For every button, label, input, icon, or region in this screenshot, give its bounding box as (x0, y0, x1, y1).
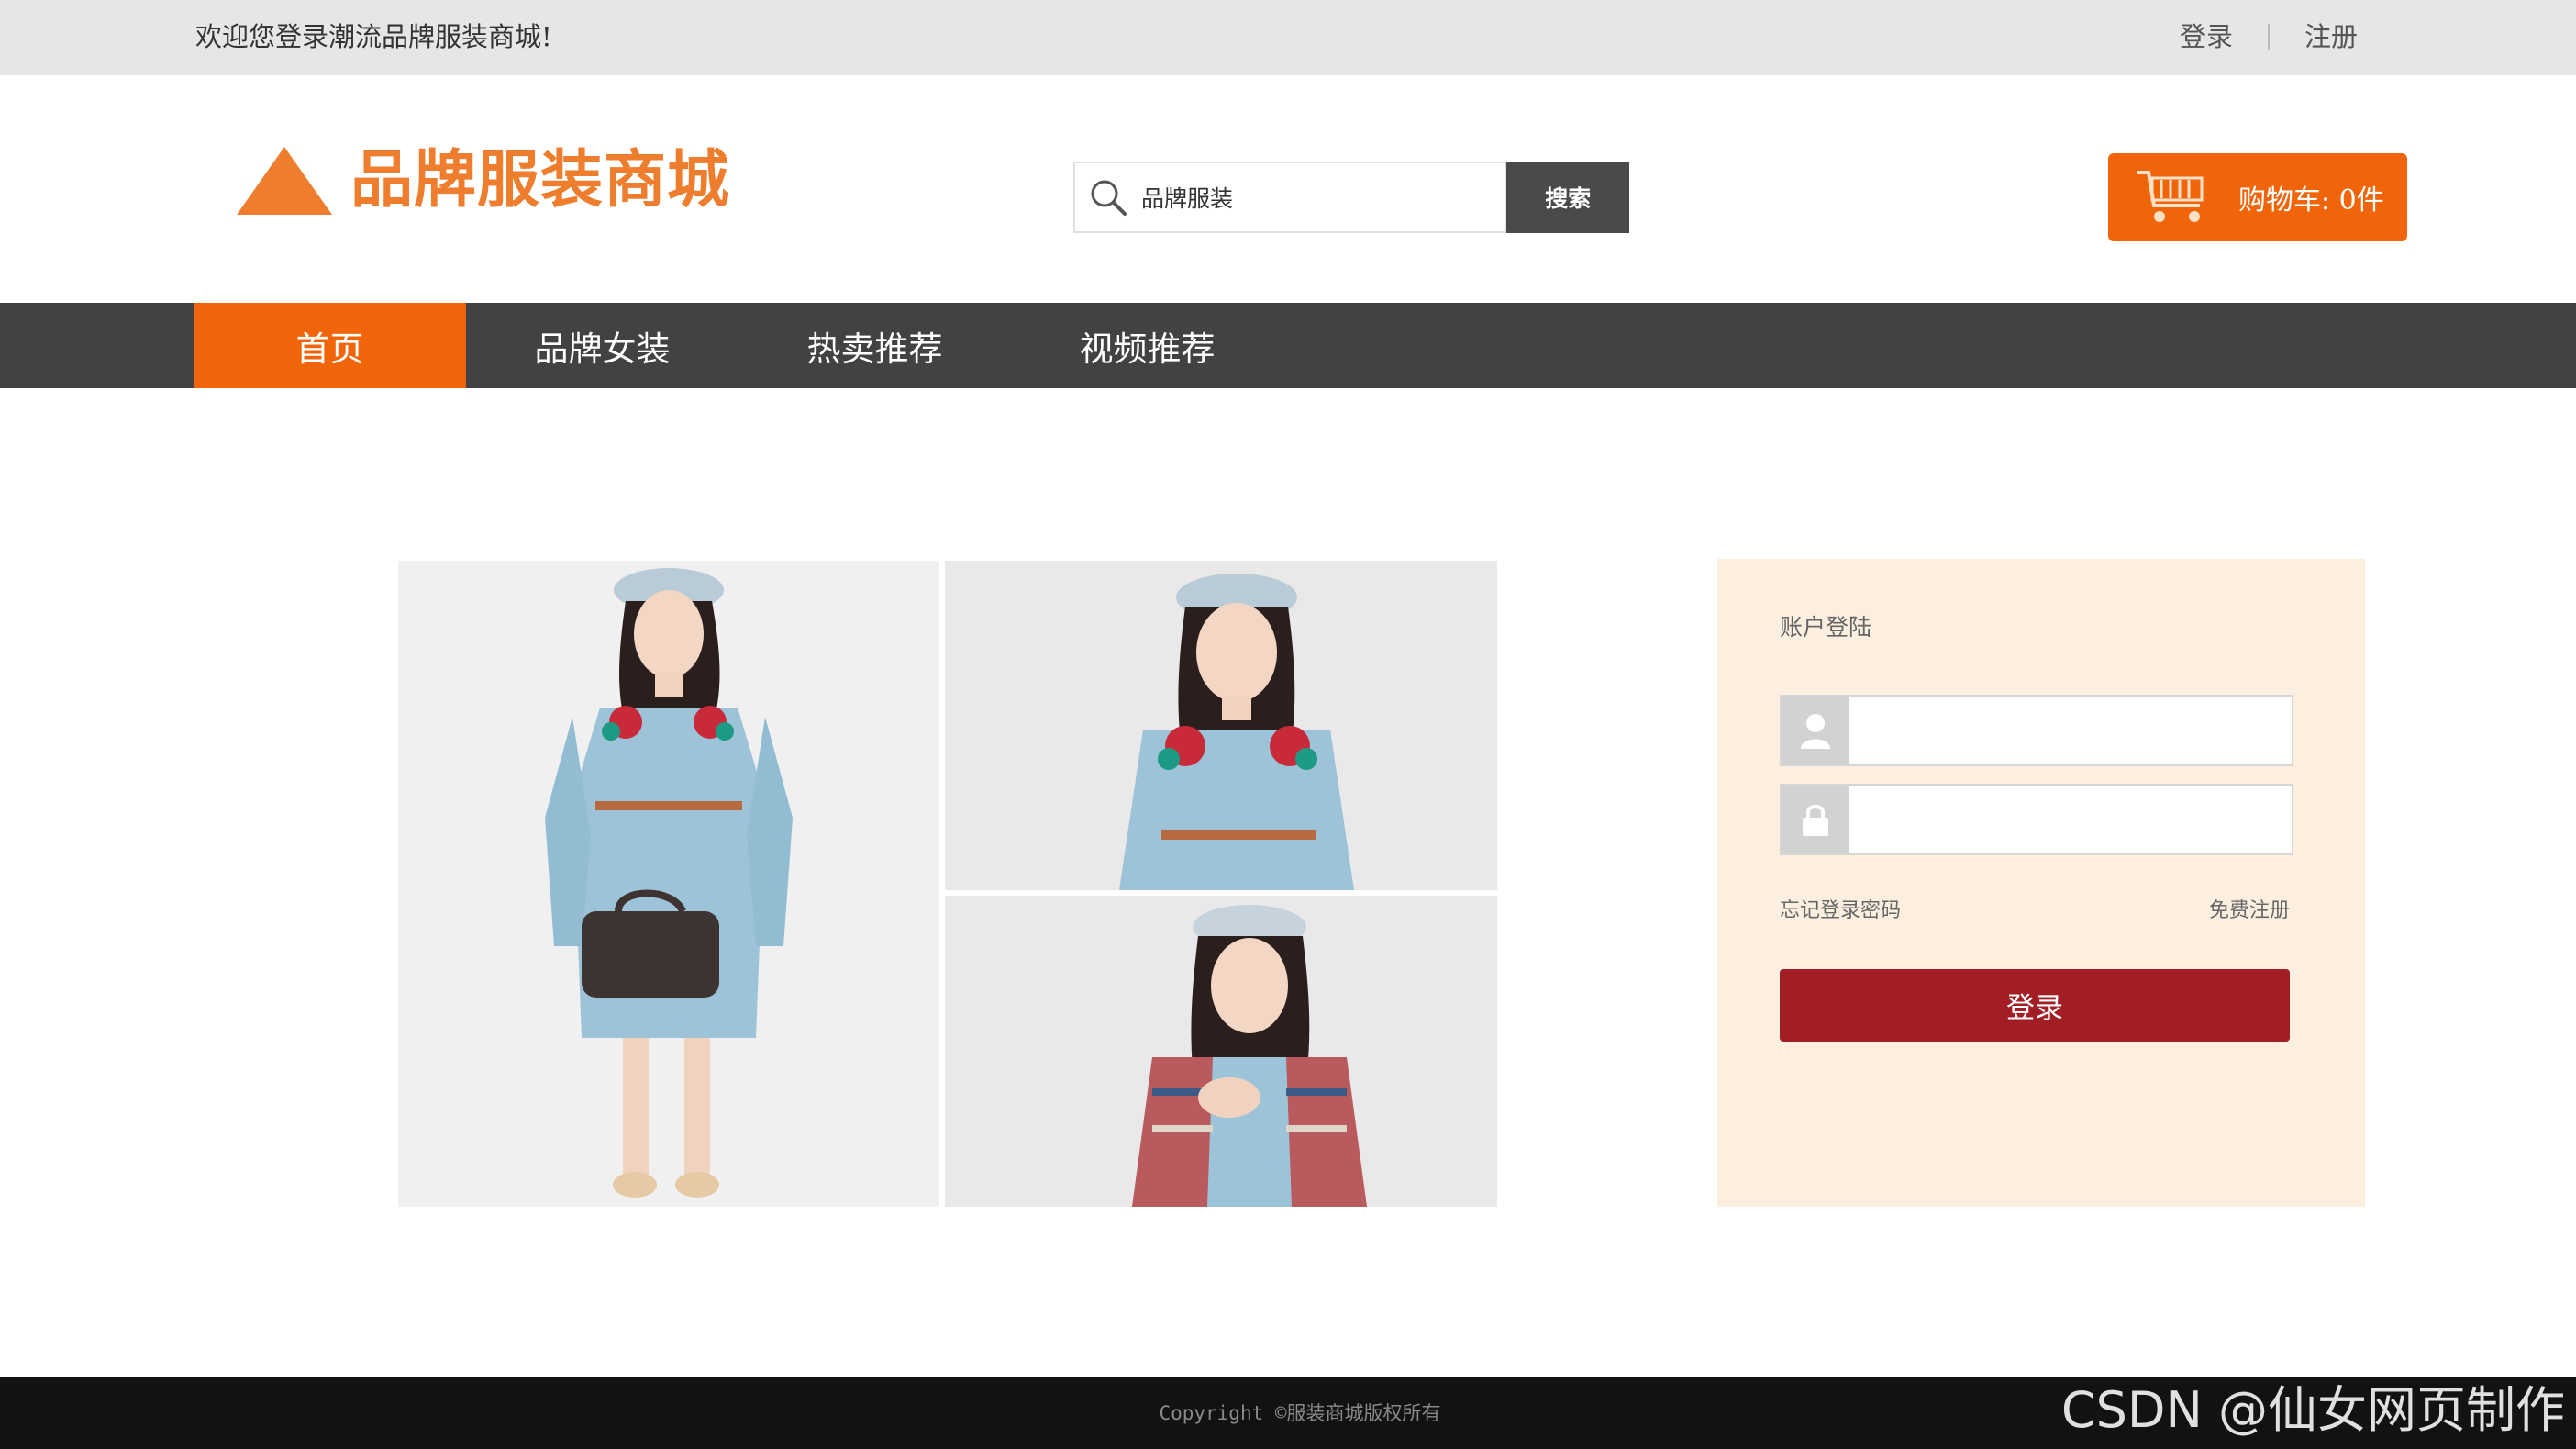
nav-item-video[interactable]: 视频推荐 (1011, 303, 1283, 388)
logo-triangle-icon (237, 147, 332, 215)
top-links-divider (2267, 24, 2270, 50)
watermark: CSDN @仙女网页制作 (2060, 1381, 2565, 1439)
login-panel: 账户登陆 忘记登录密码 免费注册 登录 (1717, 559, 2365, 1207)
cart-button[interactable]: 购物车: 0件 (2108, 153, 2407, 241)
top-login-link[interactable]: 登录 (2180, 18, 2233, 55)
shopping-cart-icon (2134, 167, 2211, 228)
login-title: 账户登陆 (1780, 614, 1872, 641)
nav-item-hot-sales[interactable]: 热卖推荐 (738, 303, 1011, 388)
search-button[interactable]: 搜索 (1506, 162, 1629, 233)
search-icon (1088, 177, 1128, 217)
password-input[interactable] (1849, 786, 2292, 853)
logo[interactable]: 品牌服装商城 (237, 144, 730, 217)
username-input[interactable] (1849, 697, 2292, 764)
search-bar: 搜索 (1073, 162, 1629, 233)
cart-label: 购物车: 0件 (2238, 184, 2384, 217)
top-bar: 欢迎您登录潮流品牌服装商城! 登录 注册 (0, 0, 2576, 75)
product-photo-upper-body[interactable] (945, 561, 1497, 890)
free-register-link[interactable]: 免费注册 (2209, 894, 2290, 923)
password-field (1780, 784, 2293, 855)
product-photo-cardigan[interactable] (945, 896, 1497, 1207)
logo-text: 品牌服装商城 (350, 144, 731, 217)
forgot-password-link[interactable]: 忘记登录密码 (1780, 894, 1901, 923)
top-links: 登录 注册 (2180, 18, 2358, 55)
user-icon (1782, 697, 1849, 764)
product-photo-full-length[interactable] (398, 561, 939, 1207)
top-register-link[interactable]: 注册 (2304, 18, 2358, 55)
nav-item-home[interactable]: 首页 (194, 303, 466, 388)
search-input[interactable] (1139, 183, 1492, 212)
username-field (1780, 695, 2293, 766)
lock-icon (1782, 786, 1849, 853)
nav-item-brand-womenswear[interactable]: 品牌女装 (466, 303, 738, 388)
main-nav: 首页 品牌女装 热卖推荐 视频推荐 (0, 303, 2576, 388)
header: 品牌服装商城 搜索 购 (0, 75, 2576, 303)
login-button[interactable]: 登录 (1780, 969, 2290, 1042)
welcome-text: 欢迎您登录潮流品牌服装商城! (195, 21, 552, 52)
search-box (1073, 162, 1507, 233)
